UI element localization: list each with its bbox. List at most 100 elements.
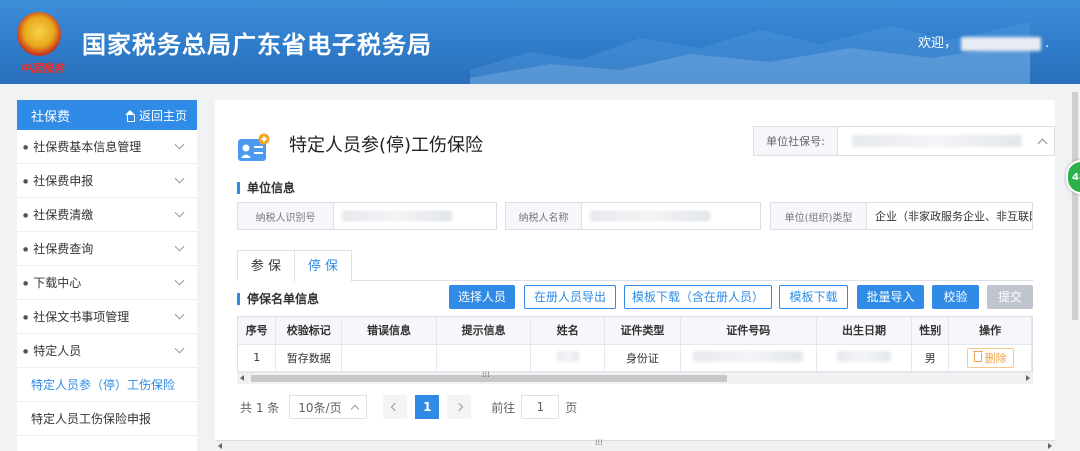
taxpayer-id-redacted [342,210,452,222]
col-header-hint: 提示信息 [436,317,532,345]
page-suffix: 页 [565,400,578,415]
submit-button[interactable]: 提交 [987,285,1033,309]
sidebar: 社保费 返回主页 社保费基本信息管理 社保费申报 社保费清缴 社保费查询 下载中… [17,100,197,451]
table-header-row: 序号 校验标记 错误信息 提示信息 姓名 证件类型 证件号码 出生日期 性别 操… [238,317,1032,345]
home-link[interactable]: 返回主页 [124,107,187,124]
export-registered-button[interactable]: 在册人员导出 [524,285,616,309]
section-stop-list: 停保名单信息 [237,293,319,305]
grip-icon: ⁞⁞⁞ [595,438,603,447]
sidebar-subitem-injury-declare[interactable]: 特定人员工伤保险申报 [17,402,197,436]
name-redacted [556,350,579,362]
scrollbar-thumb[interactable] [1072,92,1078,320]
table-horizontal-scrollbar[interactable]: ⁞⁞⁞ [237,370,1033,384]
trash-icon [972,351,983,362]
chevron-down-icon [174,173,185,184]
taxpayer-name-redacted [590,210,710,222]
chevron-up-icon [351,404,360,413]
site-title: 国家税务总局广东省电子税务局 [82,31,432,59]
cell-error [341,344,437,372]
verify-button[interactable]: 校验 [932,285,979,309]
cell-verify-mark: 暂存数据 [275,344,343,372]
chevron-down-icon [174,309,185,320]
insurance-tabs: 参 保 停 保 [237,250,1033,282]
cell-birth-date [816,344,913,372]
cell-action: 删除 [948,344,1032,372]
tab-enroll[interactable]: 参 保 [237,250,295,281]
col-header-verify-mark: 校验标记 [275,317,343,345]
col-header-name: 姓名 [530,317,606,345]
chevron-down-icon [174,241,185,252]
chevron-down-icon [174,139,185,150]
sidebar-title: 社保费 [31,109,71,125]
main-horizontal-scrollbar[interactable]: ⁞⁞⁞ [215,438,1055,451]
tab-stop[interactable]: 停 保 [294,250,352,282]
next-page-button[interactable] [447,395,472,419]
sidebar-item-declare[interactable]: 社保费申报 [17,164,197,198]
col-header-gender: 性别 [911,317,950,345]
cell-id-type: 身份证 [604,344,681,372]
national-emblem-icon [17,12,61,56]
grip-icon: ⁞⁞⁞ [482,370,490,379]
batch-import-button[interactable]: 批量导入 [857,285,924,309]
section-unit-info: 单位信息 [237,182,295,194]
table-row: 1 暂存数据 身份证 男 删除 [238,344,1032,372]
col-header-error: 错误信息 [341,317,437,345]
delete-button[interactable]: 删除 [966,347,1014,368]
chevron-right-icon [455,402,464,412]
unit-social-number-label: 单位社保号: [754,127,838,155]
org-type-field: 单位(组织)类型 企业（非家政服务企业、非互联网 [770,202,1033,230]
scroll-left-icon[interactable] [240,375,244,381]
sidebar-item-basic-info[interactable]: 社保费基本信息管理 [17,130,197,164]
scroll-right-icon[interactable] [1048,443,1052,449]
header-banner: 中国税务 国家税务总局广东省电子税务局 欢迎，. [0,0,1080,84]
select-person-button[interactable]: 选择人员 [449,285,515,309]
col-header-index: 序号 [238,317,277,345]
sidebar-item-special-persons[interactable]: 特定人员 [17,334,197,368]
welcome-text: 欢迎，. [918,36,1050,51]
unit-social-number-redacted [852,135,1022,147]
col-header-id-number: 证件号码 [680,317,817,345]
sidebar-item-query[interactable]: 社保费查询 [17,232,197,266]
sidebar-item-download[interactable]: 下载中心 [17,266,197,300]
tax-seal-logo: 中国税务 [20,62,64,75]
download-template-registered-button[interactable]: 模板下载（含在册人员） [624,285,772,309]
pager-total: 共 1 条 [240,400,280,415]
unit-social-number-select[interactable]: 单位社保号: [753,126,1055,156]
cell-gender: 男 [911,344,950,372]
cell-hint [436,344,532,372]
col-header-action: 操作 [948,317,1032,345]
chevron-down-icon [174,207,185,218]
sidebar-item-pay[interactable]: 社保费清缴 [17,198,197,232]
download-template-button[interactable]: 模板下载 [779,285,848,309]
page-vertical-scrollbar[interactable] [1070,90,1080,322]
cell-name [530,344,606,372]
col-header-id-type: 证件类型 [604,317,681,345]
chevron-down-icon [174,343,185,354]
prev-page-button[interactable] [383,395,408,419]
scroll-right-icon[interactable] [1026,375,1030,381]
chevron-left-icon [391,402,400,412]
page-size-select[interactable]: 10条/页 [289,395,368,419]
page-number-current[interactable]: 1 [415,395,440,419]
page-title: 特定人员参(停)工伤保险 [289,135,484,156]
goto-page-input[interactable]: 1 [521,395,560,419]
pagination: 共 1 条 10条/页 1 前往 1 页 [240,395,577,419]
home-icon [124,109,136,122]
cell-id-number [680,344,817,372]
taxpayer-id-field: 纳税人识别号 [237,202,497,230]
sidebar-subitem-injury-insurance[interactable]: 特定人员参（停）工伤保险 [17,368,197,402]
main-panel: 特定人员参(停)工伤保险 单位社保号: 单位信息 纳税人识别号 纳税人名称 单位… [215,100,1055,451]
username-redacted [961,36,1042,51]
col-header-birth-date: 出生日期 [816,317,913,345]
sidebar-item-documents[interactable]: 社保文书事项管理 [17,300,197,334]
sidebar-header: 社保费 返回主页 [17,100,197,130]
chevron-down-icon [174,275,185,286]
birth-date-redacted [836,350,891,362]
taxpayer-name-field: 纳税人名称 [505,202,761,230]
id-number-redacted [693,350,804,362]
floating-assistant-badge[interactable]: 48 [1066,160,1080,194]
chevron-up-icon [1037,138,1048,148]
person-card-icon [238,133,270,161]
goto-label: 前往 [491,400,516,415]
scroll-left-icon[interactable] [218,443,222,449]
